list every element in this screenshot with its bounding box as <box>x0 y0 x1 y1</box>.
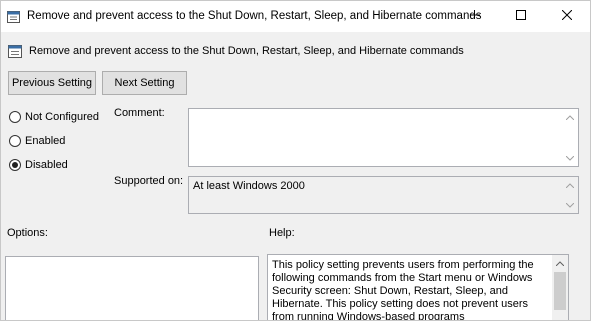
help-scrollbar[interactable] <box>552 255 568 320</box>
scroll-up-icon[interactable] <box>566 113 574 121</box>
close-icon <box>561 9 573 23</box>
scroll-down-icon[interactable] <box>566 201 574 209</box>
comment-field[interactable] <box>188 108 579 167</box>
minimize-button[interactable] <box>452 1 498 32</box>
radio-enabled[interactable]: Enabled <box>9 133 65 149</box>
title-bar[interactable]: Remove and prevent access to the Shut Do… <box>1 1 590 32</box>
help-panel[interactable]: This policy setting prevents users from … <box>267 254 569 321</box>
maximize-icon <box>516 10 526 23</box>
options-label: Options: <box>7 227 48 239</box>
policy-name: Remove and prevent access to the Shut Do… <box>29 45 464 57</box>
window-title: Remove and prevent access to the Shut Do… <box>27 10 482 22</box>
scroll-thumb[interactable] <box>554 272 566 310</box>
help-label: Help: <box>269 227 295 239</box>
help-text: This policy setting prevents users from … <box>272 259 534 321</box>
scroll-down-icon[interactable] <box>566 154 574 162</box>
close-button[interactable] <box>544 1 590 32</box>
options-panel[interactable] <box>5 256 259 320</box>
previous-setting-button[interactable]: Previous Setting <box>8 71 96 95</box>
next-setting-button[interactable]: Next Setting <box>102 71 187 95</box>
radio-button-selected[interactable] <box>9 159 21 171</box>
radio-label: Enabled <box>25 135 66 147</box>
radio-label: Not Configured <box>25 111 99 123</box>
supported-on-field[interactable]: At least Windows 2000 <box>188 176 579 214</box>
radio-disabled[interactable]: Disabled <box>9 157 68 173</box>
supported-scrollbar[interactable] <box>562 177 578 213</box>
radio-button[interactable] <box>9 135 21 147</box>
policy-settings-icon <box>7 10 20 23</box>
supported-on-label: Supported on: <box>114 175 184 187</box>
supported-on-value: At least Windows 2000 <box>193 180 305 192</box>
comment-label: Comment: <box>114 107 165 119</box>
comment-scrollbar[interactable] <box>562 109 578 166</box>
scroll-up-icon[interactable] <box>556 259 564 267</box>
policy-header: Remove and prevent access to the Shut Do… <box>1 42 590 62</box>
policy-setting-window: Remove and prevent access to the Shut Do… <box>0 0 591 321</box>
policy-settings-icon <box>8 44 22 58</box>
minimize-icon <box>470 10 480 23</box>
maximize-button[interactable] <box>498 1 544 32</box>
radio-button[interactable] <box>9 111 21 123</box>
scroll-up-icon[interactable] <box>566 181 574 189</box>
radio-label: Disabled <box>25 159 68 171</box>
radio-not-configured[interactable]: Not Configured <box>9 109 99 125</box>
